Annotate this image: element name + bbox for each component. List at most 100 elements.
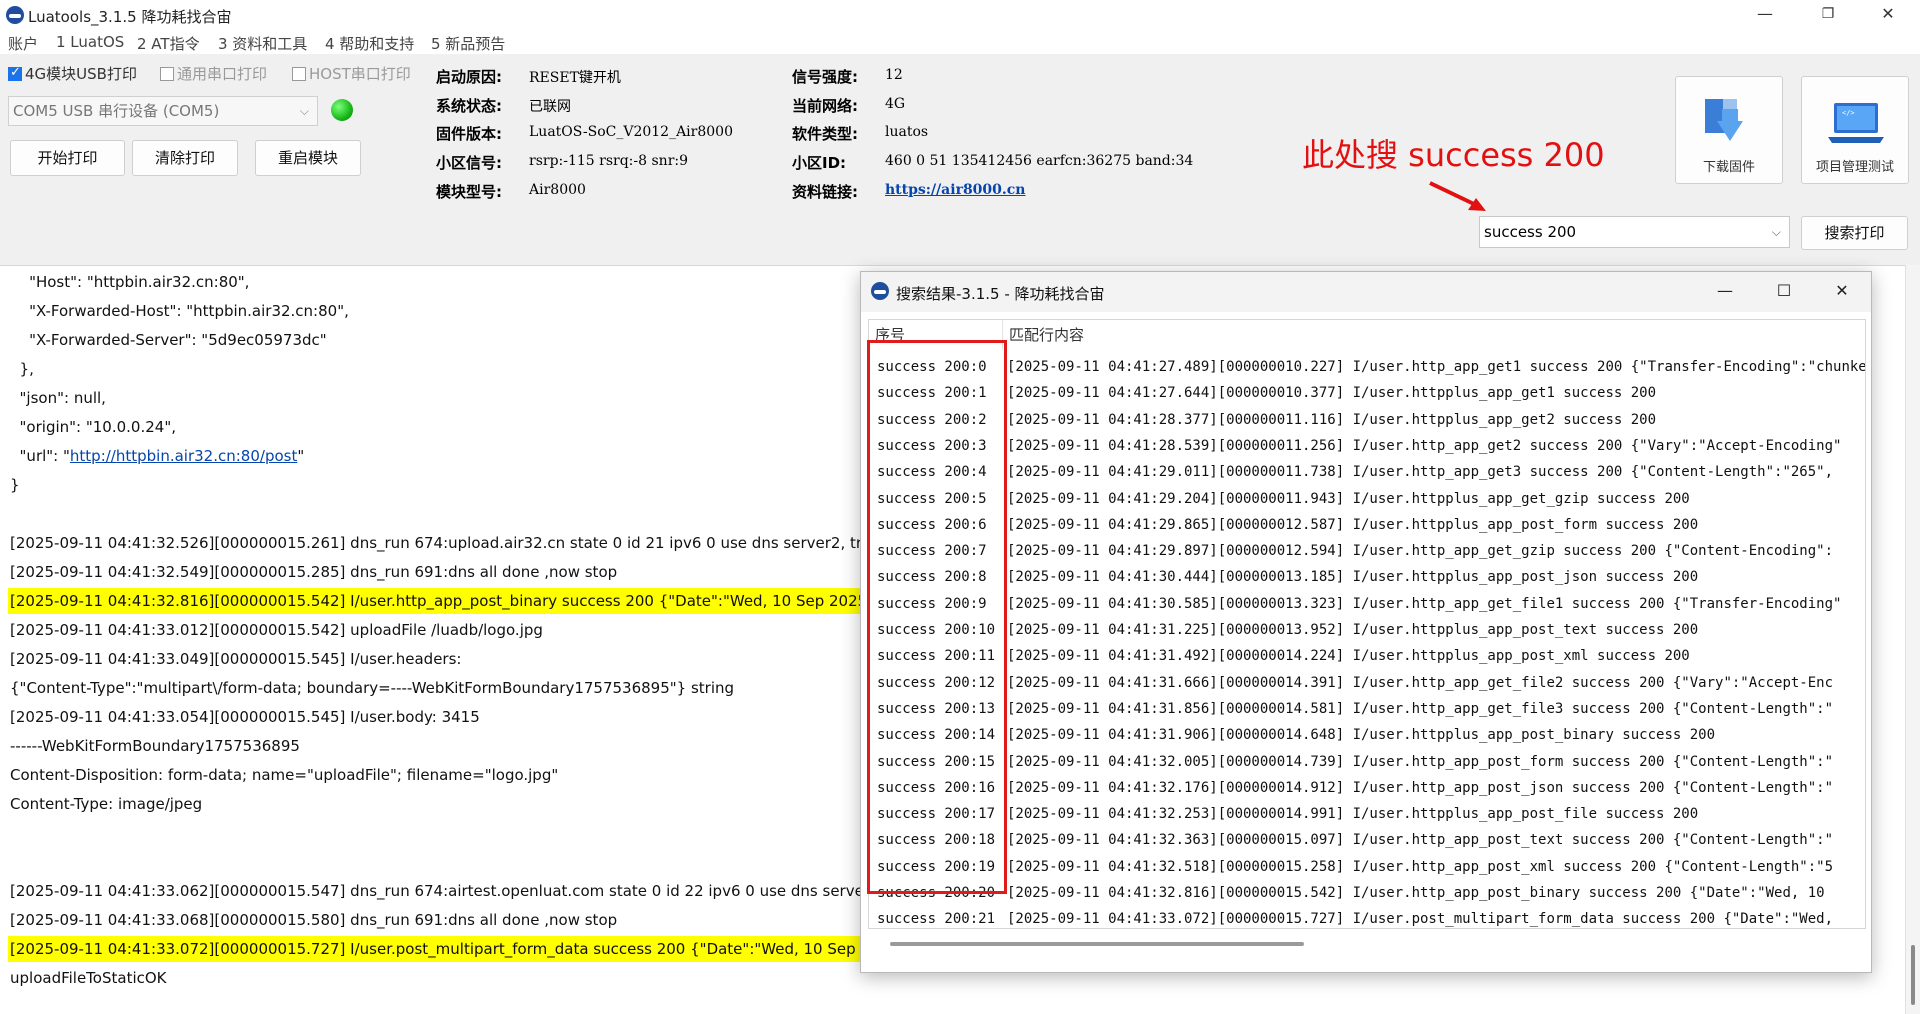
firmware-version-value: LuatOS-SoC_V2012_Air8000 — [529, 124, 733, 140]
log-line: [2025-09-11 04:41:32.549][000000015.285]… — [10, 563, 618, 581]
checkbox-unchecked-icon — [292, 67, 306, 81]
column-header-content[interactable]: 匹配行内容 — [1003, 320, 1865, 350]
cell-id-value: 460 0 51 135412456 earfcn:36275 band:34 — [885, 153, 1194, 169]
result-row-content[interactable]: [2025-09-11 04:41:31.492][000000014.224]… — [1007, 643, 1865, 669]
current-network-label: 当前网络: — [792, 97, 858, 115]
result-row-content[interactable]: [2025-09-11 04:41:28.377][000000011.116]… — [1007, 407, 1865, 433]
result-row-content[interactable]: [2025-09-11 04:41:29.897][000000012.594]… — [1007, 538, 1865, 564]
connection-status-indicator — [331, 99, 353, 121]
annotation-arrow-icon — [1429, 181, 1486, 211]
checkbox-checked-icon — [8, 65, 22, 81]
results-table: 序号 匹配行内容 success 200:0 [2025-09-11 04:41:… — [868, 319, 1866, 929]
com-port-select[interactable]: COM5 USB 串行设备 (COM5) ⌵ — [8, 96, 318, 126]
result-row-content[interactable]: [2025-09-11 04:41:29.204][000000011.943]… — [1007, 486, 1865, 512]
cell-signal-value: rsrp:-115 rsrq:-8 snr:9 — [529, 153, 689, 169]
title-bar: Luatools_3.1.5 降功耗找合宙 — ❐ ✕ — [0, 0, 1920, 30]
laptop-icon: </> — [1828, 103, 1884, 143]
log-line: "json": null, — [10, 389, 106, 407]
checkbox-host-uart-print[interactable]: HOST串口打印 — [292, 63, 411, 84]
app-logo-icon — [6, 6, 24, 24]
result-row-content[interactable]: [2025-09-11 04:41:30.585][000000013.323]… — [1007, 591, 1865, 617]
system-status-value: 已联网 — [529, 99, 571, 115]
signal-strength-label: 信号强度: — [792, 68, 858, 86]
checkbox-uart-print[interactable]: 通用串口打印 — [160, 63, 267, 84]
project-test-button[interactable]: </> 项目管理测试 — [1801, 76, 1909, 184]
chevron-down-icon: ⌵ — [299, 104, 309, 118]
maximize-button[interactable]: ❐ — [1798, 0, 1858, 30]
log-line: [2025-09-11 04:41:32.526][000000015.261]… — [10, 534, 886, 552]
dialog-title-bar[interactable]: 搜索结果-3.1.5 - 降功耗找合宙 — ☐ ✕ — [861, 272, 1871, 312]
menu-bar: 账户 1 LuatOS 2 AT指令 3 资料和工具 4 帮助和支持 5 新品预… — [0, 30, 1920, 54]
log-line: "origin": "10.0.0.24", — [10, 418, 176, 436]
checkbox-unchecked-icon — [160, 67, 174, 81]
project-test-label: 项目管理测试 — [1815, 160, 1894, 175]
dialog-close-button[interactable]: ✕ — [1812, 272, 1871, 312]
result-row-content[interactable]: [2025-09-11 04:41:29.865][000000012.587]… — [1007, 512, 1865, 538]
cell-signal-label: 小区信号: — [436, 154, 502, 172]
results-hscrollbar[interactable] — [868, 936, 1866, 952]
log-line: }, — [10, 360, 34, 378]
log-line-highlighted: [2025-09-11 04:41:32.816][000000015.542]… — [8, 588, 921, 614]
log-line: [2025-09-11 04:41:33.054][000000015.545]… — [10, 708, 480, 726]
resource-link-label: 资料链接: — [792, 183, 858, 201]
result-row-content[interactable]: [2025-09-11 04:41:27.644][000000010.377]… — [1007, 380, 1865, 406]
log-line: [2025-09-11 04:41:33.012][000000015.542]… — [10, 621, 543, 639]
download-firmware-button[interactable]: 下载固件 — [1675, 76, 1783, 184]
signal-strength-value: 12 — [885, 67, 903, 83]
checkbox-4g-usb-print[interactable]: 4G模块USB打印 — [8, 63, 137, 84]
log-line: } — [10, 476, 20, 494]
log-scrollbar-thumb[interactable] — [1911, 945, 1915, 1005]
result-row-content[interactable]: [2025-09-11 04:41:31.856][000000014.581]… — [1007, 696, 1865, 722]
result-row-content[interactable]: [2025-09-11 04:41:28.539][000000011.256]… — [1007, 433, 1865, 459]
menu-account[interactable]: 账户 — [8, 33, 38, 54]
resource-link[interactable]: https://air8000.cn — [885, 182, 1026, 198]
menu-help-support[interactable]: 4 帮助和支持 — [325, 33, 414, 54]
clear-print-button[interactable]: 清除打印 — [132, 140, 238, 176]
menu-luatos[interactable]: 1 LuatOS — [56, 33, 124, 51]
result-row-content[interactable]: [2025-09-11 04:41:32.518][000000015.258]… — [1007, 854, 1865, 880]
result-row-content[interactable]: [2025-09-11 04:41:27.489][000000010.227]… — [1007, 354, 1865, 380]
highlight-box — [867, 340, 1007, 894]
menu-at-commands[interactable]: 2 AT指令 — [137, 33, 200, 54]
boot-reason-value: RESET键开机 — [529, 70, 621, 86]
result-row-content[interactable]: [2025-09-11 04:41:32.005][000000014.739]… — [1007, 749, 1865, 775]
chevron-down-icon: ⌵ — [1771, 225, 1781, 239]
search-print-button[interactable]: 搜索打印 — [1801, 216, 1908, 250]
start-print-button[interactable]: 开始打印 — [10, 140, 125, 176]
dialog-title: 搜索结果-3.1.5 - 降功耗找合宙 — [896, 285, 1105, 303]
result-row-index[interactable]: success 200:21 — [869, 906, 1003, 928]
result-row-content[interactable]: [2025-09-11 04:41:32.363][000000015.097]… — [1007, 827, 1865, 853]
log-scrollbar[interactable] — [1905, 265, 1920, 1014]
result-row-content[interactable]: [2025-09-11 04:41:30.444][000000013.185]… — [1007, 564, 1865, 590]
search-input[interactable]: success 200 ⌵ — [1479, 216, 1790, 248]
current-network-value: 4G — [885, 96, 906, 112]
log-line: {"Content-Type":"multipart\/form-data; b… — [10, 679, 735, 697]
result-row-content[interactable]: [2025-09-11 04:41:31.666][000000014.391]… — [1007, 670, 1865, 696]
close-button[interactable]: ✕ — [1858, 0, 1918, 30]
result-row-content[interactable]: [2025-09-11 04:41:32.176][000000014.912]… — [1007, 775, 1865, 801]
result-row-content[interactable]: [2025-09-11 04:41:33.072][000000015.727]… — [1007, 906, 1865, 928]
minimize-button[interactable]: — — [1735, 0, 1795, 30]
menu-resources-tools[interactable]: 3 资料和工具 — [218, 33, 307, 54]
cell-id-label: 小区ID: — [792, 154, 847, 172]
result-row-content[interactable]: [2025-09-11 04:41:32.816][000000015.542]… — [1007, 880, 1865, 906]
log-line: [2025-09-11 04:41:33.049][000000015.545]… — [10, 650, 462, 668]
restart-module-button[interactable]: 重启模块 — [255, 140, 361, 176]
log-url-link[interactable]: http://httpbin.air32.cn:80/post — [70, 447, 297, 465]
log-line-highlighted: [2025-09-11 04:41:33.072][000000015.727]… — [8, 936, 928, 962]
log-line: "X-Forwarded-Server": "5d9ec05973dc" — [10, 331, 327, 349]
boot-reason-label: 启动原因: — [436, 68, 502, 86]
com-port-value: COM5 USB 串行设备 (COM5) — [13, 102, 220, 120]
log-line: "url": "http://httpbin.air32.cn:80/post" — [10, 447, 305, 465]
software-type-value: luatos — [885, 124, 929, 140]
result-row-content[interactable]: [2025-09-11 04:41:32.253][000000014.991]… — [1007, 801, 1865, 827]
result-row-content[interactable]: [2025-09-11 04:41:31.906][000000014.648]… — [1007, 722, 1865, 748]
module-model-label: 模块型号: — [436, 183, 502, 201]
dialog-maximize-button[interactable]: ☐ — [1754, 272, 1814, 312]
log-line: ------WebKitFormBoundary1757536895 — [10, 737, 300, 755]
menu-new-products[interactable]: 5 新品预告 — [431, 33, 505, 54]
dialog-minimize-button[interactable]: — — [1695, 272, 1755, 312]
result-row-content[interactable]: [2025-09-11 04:41:31.225][000000013.952]… — [1007, 617, 1865, 643]
result-row-content[interactable]: [2025-09-11 04:41:29.011][000000011.738]… — [1007, 459, 1865, 485]
results-hscrollbar-thumb[interactable] — [890, 942, 1304, 946]
